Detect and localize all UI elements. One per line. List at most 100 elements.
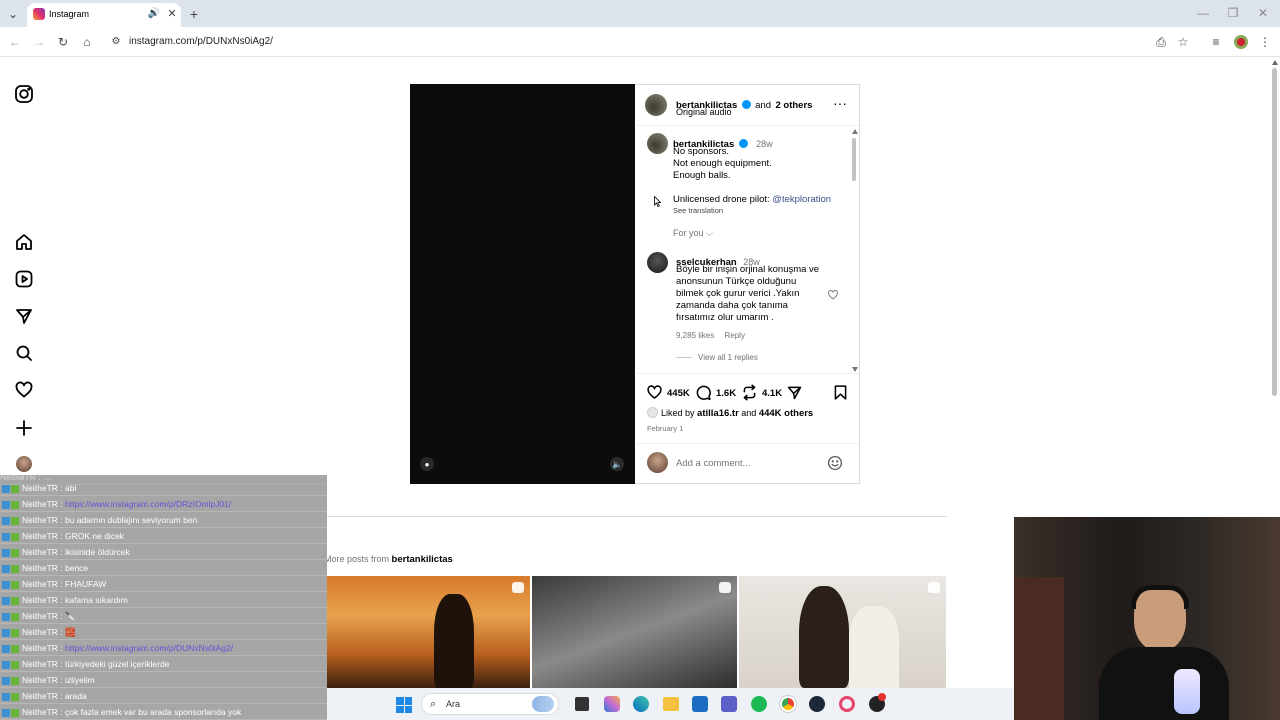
reload-icon[interactable]: ↻: [56, 35, 70, 49]
scroll-up-icon[interactable]: [852, 129, 858, 134]
chat-badge-icon: [2, 532, 10, 541]
verified-badge-icon: [738, 139, 748, 148]
repost-icon[interactable]: [741, 384, 758, 401]
comment-like-heart-icon[interactable]: [827, 288, 839, 300]
app-icon[interactable]: [869, 693, 886, 712]
liker-avatar[interactable]: [647, 407, 658, 418]
chat-text: ikisinide öldürcek: [65, 547, 130, 557]
chat-user: NeitheTR: [22, 563, 58, 573]
emoji-picker-icon[interactable]: [827, 455, 843, 471]
install-app-icon[interactable]: ⎙: [1154, 35, 1168, 49]
search-nav-icon[interactable]: [14, 343, 34, 363]
chat-badge-icon: [2, 708, 10, 717]
commenter-avatar[interactable]: [647, 252, 668, 273]
chat-text: GROK ne dicek: [65, 531, 125, 541]
chat-badge-icon: [11, 708, 19, 717]
address-bar[interactable]: instagram.com/p/DUNxNs0iAg2/: [129, 36, 273, 47]
add-comment-input[interactable]: [676, 456, 816, 470]
audio-toggle-icon[interactable]: 🔈: [610, 457, 624, 471]
liked-by-others[interactable]: 444K others: [759, 408, 813, 419]
outlook-icon[interactable]: [692, 696, 708, 712]
chat-badge-icon: [11, 660, 19, 669]
liked-by-user[interactable]: atilla16.tr: [697, 408, 739, 419]
chat-badge-icon: [11, 692, 19, 701]
page-scrollbar[interactable]: [1271, 60, 1279, 400]
chat-user: NeitheTR: [22, 499, 58, 509]
messages-nav-icon[interactable]: [14, 306, 34, 326]
browser-menu-icon[interactable]: ⋮: [1259, 35, 1271, 49]
new-tab-button[interactable]: +: [186, 6, 202, 22]
create-plus-icon[interactable]: [14, 418, 34, 438]
home-nav-icon[interactable]: [14, 232, 34, 252]
more-options-icon[interactable]: ···: [832, 96, 848, 110]
header-divider: [636, 125, 859, 126]
likes-count[interactable]: 445K: [667, 388, 690, 399]
bookmark-star-icon[interactable]: ☆: [1176, 35, 1190, 49]
restore-window-icon[interactable]: ❐: [1226, 6, 1240, 20]
replies-divider: [676, 357, 692, 358]
comment-bubble-icon[interactable]: [695, 384, 712, 401]
close-tab-icon[interactable]: ✕: [165, 7, 179, 21]
steam-icon[interactable]: [809, 696, 825, 712]
more-post-thumbnail-3[interactable]: [739, 576, 946, 688]
notifications-heart-icon[interactable]: [14, 380, 34, 400]
instagram-logo-icon[interactable]: [14, 84, 34, 104]
post-author-avatar[interactable]: [645, 94, 667, 116]
teams-icon[interactable]: [721, 696, 737, 712]
browser-toolbar: ← → ↻ ⌂ ⚙ instagram.com/p/DUNxNs0iAg2/ ⎙…: [0, 27, 1280, 57]
reels-nav-icon[interactable]: [14, 269, 34, 289]
save-bookmark-icon[interactable]: [832, 384, 849, 401]
more-post-thumbnail-2[interactable]: [532, 576, 737, 688]
chat-link[interactable]: https://www.instagram.com/p/DRzIOmlpJ01/: [65, 499, 231, 509]
forward-icon[interactable]: →: [32, 35, 46, 49]
share-send-icon[interactable]: [786, 384, 803, 401]
drone-pilot-mention[interactable]: @tekploration: [772, 194, 831, 205]
chat-badge-icon: [11, 532, 19, 541]
chat-user: NeitheTR: [22, 483, 58, 493]
media-control-icon[interactable]: ≡: [1209, 35, 1223, 49]
spotify-icon[interactable]: [751, 696, 767, 712]
taskbar-search-box[interactable]: ⌕ Ara: [421, 693, 559, 715]
comment-reply-button[interactable]: Reply: [724, 331, 744, 340]
comment-likes-count[interactable]: 9,285 likes: [676, 331, 714, 340]
for-you-dropdown[interactable]: For you ⌵: [673, 228, 713, 239]
comments-scrollbar[interactable]: [851, 127, 858, 373]
comments-count[interactable]: 1.6K: [716, 388, 736, 399]
original-audio-link[interactable]: Original audio: [676, 107, 732, 117]
post-date: February 1: [647, 424, 684, 433]
page-scrollbar-thumb[interactable]: [1272, 68, 1277, 396]
opera-gx-icon[interactable]: [839, 696, 855, 712]
scrollbar-thumb[interactable]: [852, 138, 856, 181]
headphones-shape: [1131, 585, 1189, 609]
reposts-count[interactable]: 4.1K: [762, 388, 782, 399]
chat-badge-icon: [11, 676, 19, 685]
chat-link[interactable]: https://www.instagram.com/p/DUNxNs0iAg2/: [65, 643, 233, 653]
home-icon[interactable]: ⌂: [80, 35, 94, 49]
windows-start-icon[interactable]: [396, 697, 412, 713]
tab-list-dropdown-icon[interactable]: ⌄: [5, 6, 21, 22]
back-icon[interactable]: ←: [8, 35, 22, 49]
scroll-down-icon[interactable]: [852, 367, 858, 372]
task-view-icon[interactable]: [575, 697, 589, 711]
browser-tab-instagram[interactable]: Instagram 🔊 ✕: [27, 3, 181, 27]
page-scroll-up-icon[interactable]: [1272, 60, 1278, 65]
chat-user: NeitheTR: [22, 691, 58, 701]
site-info-icon[interactable]: ⚙: [110, 35, 122, 49]
speaker-icon[interactable]: 🔊: [148, 8, 160, 20]
like-heart-icon[interactable]: [646, 384, 663, 401]
see-translation-link[interactable]: See translation: [673, 206, 723, 215]
more-post-thumbnail-1[interactable]: [324, 576, 530, 688]
caption-author-avatar[interactable]: [647, 133, 668, 154]
chrome-icon[interactable]: [780, 696, 796, 712]
tagged-users-icon[interactable]: ●: [420, 457, 434, 471]
close-window-icon[interactable]: ✕: [1256, 6, 1270, 20]
profile-avatar[interactable]: [1234, 35, 1248, 49]
more-posts-username[interactable]: bertankilictas: [392, 554, 453, 565]
collaborators-link[interactable]: 2 others: [775, 100, 812, 111]
copilot-icon[interactable]: [604, 696, 620, 712]
edge-icon[interactable]: [633, 696, 649, 712]
reel-video-player[interactable]: ● 🔈: [410, 84, 635, 484]
file-explorer-icon[interactable]: [663, 697, 679, 711]
view-replies-link[interactable]: View all 1 replies: [698, 353, 758, 362]
minimize-window-icon[interactable]: —: [1196, 6, 1210, 20]
